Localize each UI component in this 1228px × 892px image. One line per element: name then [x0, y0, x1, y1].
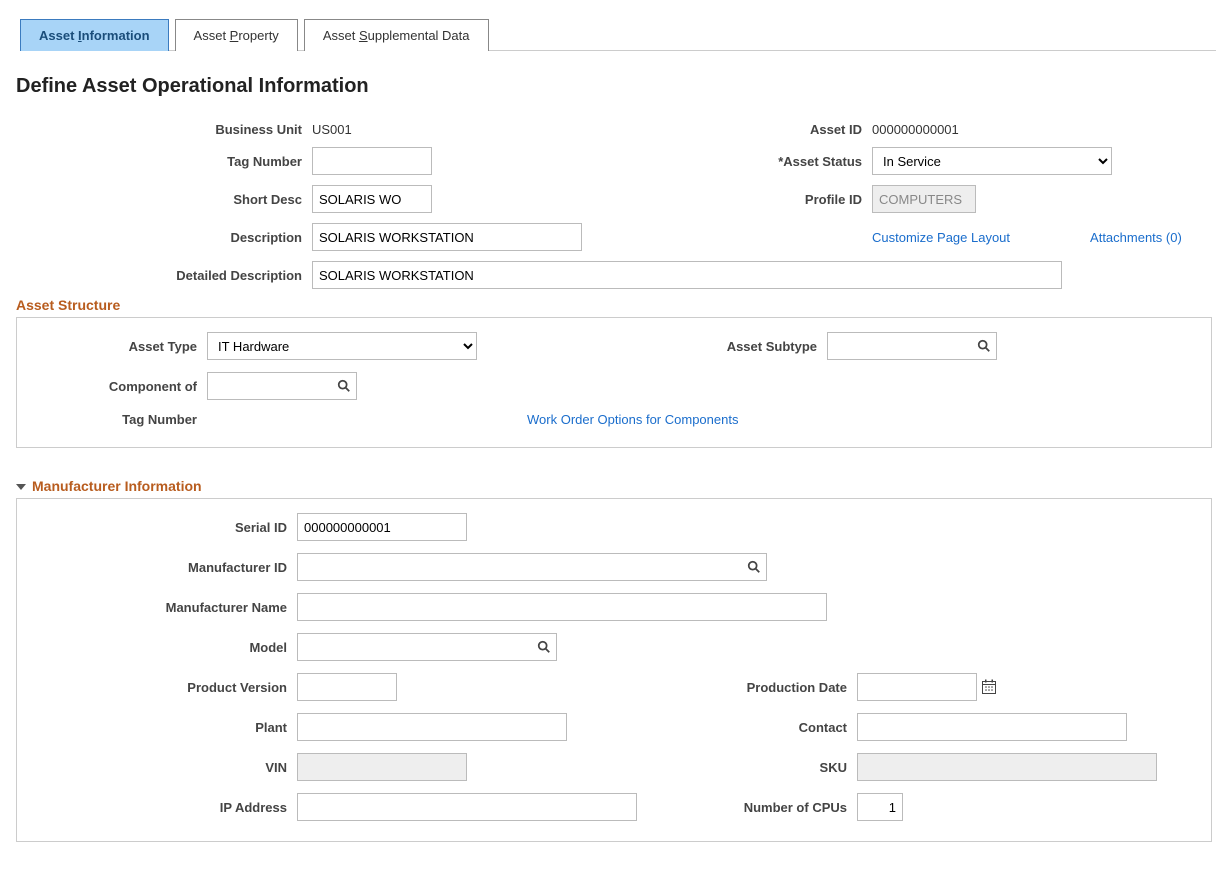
manufacturer-name-label: Manufacturer Name [27, 600, 297, 615]
production-date-input[interactable] [857, 673, 977, 701]
search-icon[interactable] [747, 560, 761, 574]
contact-input[interactable] [857, 713, 1127, 741]
calendar-icon[interactable] [981, 679, 997, 695]
asset-type-label: Asset Type [27, 339, 207, 354]
header-grid: Business Unit US001 Asset ID 00000000000… [12, 122, 1216, 289]
short-desc-label: Short Desc [12, 192, 312, 207]
model-input[interactable] [297, 633, 557, 661]
search-icon[interactable] [337, 379, 351, 393]
manufacturer-name-input[interactable] [297, 593, 827, 621]
business-unit-value: US001 [312, 122, 672, 137]
profile-id-input [872, 185, 976, 213]
tab-asset-property[interactable]: Asset Property [175, 19, 298, 51]
business-unit-label: Business Unit [12, 122, 312, 137]
number-of-cpus-label: Number of CPUs [637, 800, 857, 815]
sku-label: SKU [467, 760, 857, 775]
search-icon[interactable] [537, 640, 551, 654]
page-title: Define Asset Operational Information [16, 75, 1216, 98]
component-of-label: Component of [27, 379, 207, 394]
asset-subtype-input[interactable] [827, 332, 997, 360]
plant-label: Plant [27, 720, 297, 735]
number-of-cpus-input[interactable] [857, 793, 903, 821]
asset-structure-box: Asset Type IT Hardware Asset Subtype Com… [16, 317, 1212, 448]
vin-label: VIN [27, 760, 297, 775]
asset-structure-header: Asset Structure [16, 297, 1216, 313]
ip-address-input[interactable] [297, 793, 637, 821]
production-date-label: Production Date [397, 680, 857, 695]
asset-status-label: *Asset Status [672, 154, 872, 169]
tag-number-input[interactable] [312, 147, 432, 175]
contact-label: Contact [567, 720, 857, 735]
manufacturer-information-header[interactable]: Manufacturer Information [16, 478, 1216, 494]
model-label: Model [27, 640, 297, 655]
tab-asset-information[interactable]: Asset Information [20, 19, 169, 51]
component-of-input[interactable] [207, 372, 357, 400]
profile-id-label: Profile ID [672, 192, 872, 207]
work-order-options-link[interactable]: Work Order Options for Components [527, 412, 738, 427]
search-icon[interactable] [977, 339, 991, 353]
manufacturer-id-label: Manufacturer ID [27, 560, 297, 575]
asset-id-label: Asset ID [672, 122, 872, 137]
detailed-description-label: Detailed Description [12, 268, 312, 283]
structure-tag-number-label: Tag Number [27, 412, 207, 427]
customize-page-layout-link[interactable]: Customize Page Layout [872, 230, 1010, 245]
attachments-link[interactable]: Attachments (0) [1090, 230, 1182, 245]
description-label: Description [12, 230, 312, 245]
detailed-description-input[interactable] [312, 261, 1062, 289]
description-input[interactable] [312, 223, 582, 251]
tag-number-label: Tag Number [12, 154, 312, 169]
ip-address-label: IP Address [27, 800, 297, 815]
asset-type-select[interactable]: IT Hardware [207, 332, 477, 360]
tab-bar: Asset Information Asset Property Asset S… [20, 18, 1216, 51]
asset-status-select[interactable]: In Service [872, 147, 1112, 175]
asset-id-value: 000000000001 [872, 122, 1192, 137]
manufacturer-information-box: Serial ID Manufacturer ID Manufacturer N… [16, 498, 1212, 842]
plant-input[interactable] [297, 713, 567, 741]
asset-subtype-label: Asset Subtype [527, 339, 827, 354]
tab-asset-supplemental-data[interactable]: Asset Supplemental Data [304, 19, 489, 51]
sku-input [857, 753, 1157, 781]
product-version-label: Product Version [27, 680, 297, 695]
serial-id-input[interactable] [297, 513, 467, 541]
short-desc-input[interactable] [312, 185, 432, 213]
product-version-input[interactable] [297, 673, 397, 701]
vin-input [297, 753, 467, 781]
collapse-caret-icon[interactable] [16, 484, 26, 490]
manufacturer-id-input[interactable] [297, 553, 767, 581]
serial-id-label: Serial ID [27, 520, 297, 535]
